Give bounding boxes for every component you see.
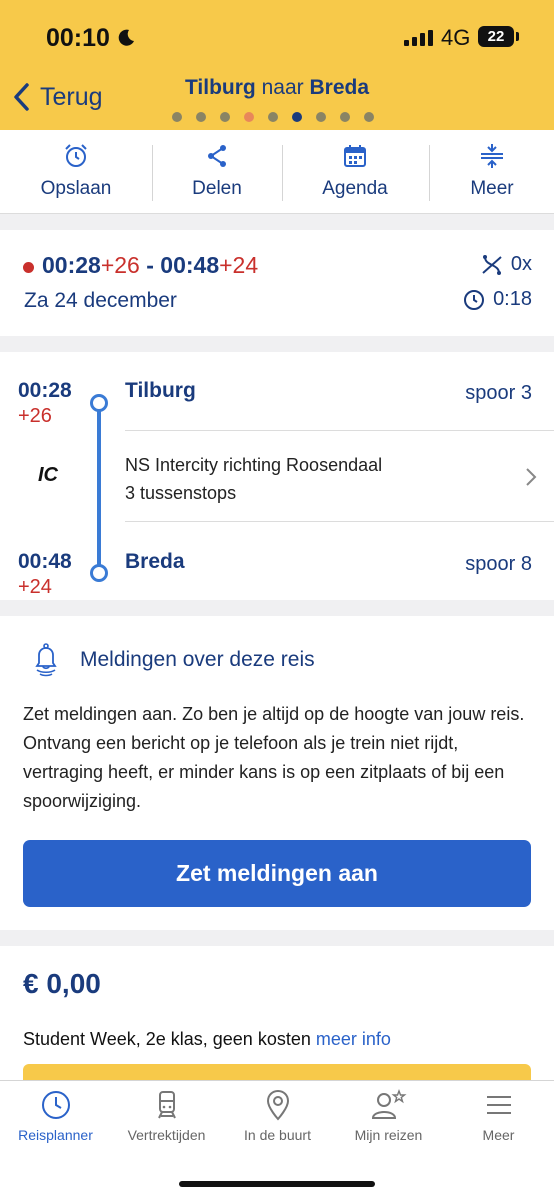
chevron-right-icon[interactable] [525,467,537,487]
page-dot [220,112,230,122]
divider [282,145,283,201]
share-icon [208,145,226,167]
status-time: 00:10 [46,24,110,52]
notifications-description: Zet meldingen aan. Zo ben je altijd op d… [23,704,525,811]
tab-reisplanner[interactable]: Reisplanner [0,1081,111,1151]
arrival-track: spoor 8 [465,553,532,575]
departure-station: Tilburg [125,379,196,402]
route-line [97,403,101,573]
departure-delay: +26 [18,405,52,427]
calendar-icon [344,145,366,167]
departure-time: 00:28 [18,379,72,402]
header: 00:10 4G 22 Terug Tilburg naar Breda [0,0,554,130]
page-dot [196,112,206,122]
home-indicator[interactable] [179,1181,375,1187]
train-details[interactable]: NS Intercity richting Roosendaal 3 tusse… [125,451,382,507]
page-dot [268,112,278,122]
trip-times: 00:28+26 - 00:48+24 [42,252,259,278]
bell-icon [35,643,57,677]
transfer-icon [482,254,502,275]
tab-mijn-reizen[interactable]: Mijn reizen [333,1081,444,1151]
tab-meer[interactable]: Meer [443,1081,554,1151]
trip-date: Za 24 december [24,289,177,312]
action-bar: Opslaan Delen Agenda Meer [0,130,554,214]
clock-icon [41,1091,70,1119]
network-type: 4G [441,25,471,50]
page-dot [340,112,350,122]
disruption-dot [23,262,34,273]
page-dot [244,112,254,122]
tab-in-de-buurt[interactable]: In de buurt [222,1081,333,1151]
share-button[interactable]: Delen [162,130,272,214]
arrival-stop-marker [90,564,108,582]
clock-icon [464,289,485,310]
divider [152,145,153,201]
duration: 0:18 [463,288,532,311]
departure-track: spoor 3 [465,382,532,404]
more-button[interactable]: Meer [437,130,547,214]
page-dot [364,112,374,122]
alarm-icon [65,144,87,167]
trip-summary-card [0,230,554,336]
transfers: 0x [481,253,532,276]
page-dot-active [292,112,302,122]
battery-icon: 22 [478,26,514,47]
signal-icon [404,30,433,46]
enable-notifications-button[interactable]: Zet meldingen aan [23,840,531,907]
departure-stop-marker [90,394,108,412]
moon-icon [118,29,134,46]
divider [125,430,554,431]
train-icon [157,1091,176,1119]
ticket-info: Student Week, 2e klas, geen kosten meer … [23,1029,391,1049]
divider [429,145,430,201]
page-indicator[interactable] [172,112,374,122]
notifications-title: Meldingen over deze reis [80,648,315,671]
tab-vertrektijden[interactable]: Vertrektijden [111,1081,222,1151]
page-dot [172,112,182,122]
person-star-icon [371,1089,407,1119]
battery-nub [516,32,519,41]
more-info-link[interactable]: meer info [316,1029,391,1049]
arrival-station: Breda [125,550,185,573]
expand-icon [481,144,503,168]
calendar-button[interactable]: Agenda [300,130,410,214]
arrival-delay: +24 [18,576,52,598]
train-type: IC [38,464,58,486]
divider [125,521,554,522]
page-title: Tilburg naar Breda [184,76,370,99]
menu-icon [486,1096,511,1114]
price-value: € 0,00 [23,968,101,999]
page-dot [316,112,326,122]
arrival-time: 00:48 [18,550,72,573]
location-pin-icon [266,1089,289,1121]
save-button[interactable]: Opslaan [20,130,132,214]
